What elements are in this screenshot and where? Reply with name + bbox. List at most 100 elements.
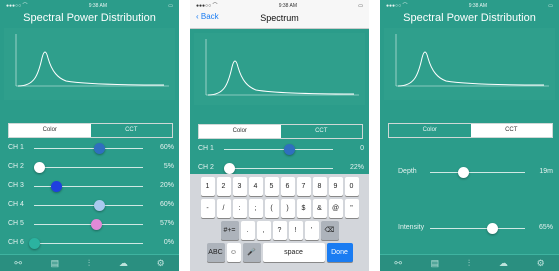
settings-icon[interactable]: ⚙: [537, 258, 545, 269]
channel-track[interactable]: [34, 224, 143, 225]
spectrum-icon[interactable]: ▤: [51, 258, 60, 269]
channel-label: CH 1: [8, 144, 24, 151]
mode-segmented-control[interactable]: Color CCT: [388, 123, 553, 138]
channel-slider-row[interactable]: CH 2 5%: [4, 159, 177, 175]
channel-value: 5%: [163, 163, 174, 170]
screen-spectrum-keyboard: ●●●○○ ⌒ 9:38 AM ▭ ‹ Back Spectrum Color CC…: [190, 0, 369, 271]
key-1[interactable]: 2: [216, 177, 231, 196]
channel-track[interactable]: [34, 148, 143, 149]
spectrum-icon[interactable]: ▤: [431, 258, 440, 269]
channel-slider-row[interactable]: CH 6 0%: [4, 235, 177, 251]
key-0[interactable]: #+=: [220, 221, 239, 240]
channel-track[interactable]: [224, 149, 333, 150]
channel-thumb[interactable]: [94, 200, 106, 211]
key-0[interactable]: ABC: [206, 243, 225, 262]
channel-slider-row[interactable]: CH 3 20%: [4, 178, 177, 194]
channel-slider-row[interactable]: CH 1 60%: [4, 140, 177, 156]
depth-thumb[interactable]: [458, 167, 470, 178]
key-6[interactable]: ⌫: [320, 221, 339, 240]
status-bar: ●●●○○ ⌒ 9:38 AM ▭: [196, 2, 363, 10]
channel-label: CH 2: [198, 164, 214, 171]
key-5[interactable]: ': [304, 221, 319, 240]
channel-thumb[interactable]: [34, 162, 46, 173]
tab-bar: ⚯ ▤ ⫶ ☁ ⚙: [0, 254, 179, 271]
channel-thumb[interactable]: [29, 238, 40, 249]
key-4[interactable]: Done: [326, 243, 353, 262]
tab-cct[interactable]: CCT: [281, 125, 363, 138]
channel-slider-row[interactable]: CH 1 0: [194, 141, 367, 157]
fixture-icon[interactable]: ⚯: [394, 258, 402, 269]
intensity-label: Intensity: [398, 224, 425, 231]
channel-track[interactable]: [34, 167, 143, 168]
page-title: Spectral Power Distribution: [23, 12, 156, 24]
sliders-icon[interactable]: ⫶: [468, 258, 470, 269]
key-7[interactable]: 8: [312, 177, 327, 196]
key-3[interactable]: 4: [248, 177, 263, 196]
key-6[interactable]: $: [296, 199, 311, 218]
key-2[interactable]: 🎤: [242, 243, 261, 262]
key-7[interactable]: &: [312, 199, 327, 218]
settings-icon[interactable]: ⚙: [157, 258, 165, 269]
depth-label: Depth: [398, 168, 417, 175]
channel-slider-row[interactable]: CH 4 60%: [4, 197, 177, 213]
channel-thumb[interactable]: [284, 144, 296, 155]
key-4[interactable]: (: [264, 199, 279, 218]
channel-thumb[interactable]: [94, 143, 106, 154]
depth-slider[interactable]: Depth 19m: [382, 162, 559, 182]
channel-track[interactable]: [224, 168, 333, 169]
key-5[interactable]: 6: [280, 177, 295, 196]
key-1[interactable]: ☺: [226, 243, 241, 262]
key-3[interactable]: ?: [272, 221, 287, 240]
tab-cct[interactable]: CCT: [91, 124, 173, 137]
key-4[interactable]: 5: [264, 177, 279, 196]
channel-thumb[interactable]: [50, 181, 62, 192]
back-label: Back: [200, 12, 219, 21]
key-1[interactable]: .: [240, 221, 255, 240]
key-2[interactable]: 3: [232, 177, 247, 196]
key-8[interactable]: @: [328, 199, 343, 218]
back-button[interactable]: ‹ Back: [196, 12, 219, 21]
key-3[interactable]: ;: [248, 199, 263, 218]
tab-cct[interactable]: CCT: [470, 124, 552, 137]
key-0[interactable]: -: [200, 199, 215, 218]
channel-thumb[interactable]: [91, 219, 103, 230]
key-0[interactable]: 1: [200, 177, 215, 196]
cloud-icon[interactable]: ☁: [499, 258, 508, 269]
tab-color[interactable]: Color: [199, 125, 281, 138]
key-3[interactable]: space: [262, 243, 325, 262]
status-bar: ●●●○○ ⌒ 9:38 AM ▭: [6, 2, 173, 10]
key-2[interactable]: ,: [256, 221, 271, 240]
channel-thumb[interactable]: [224, 163, 236, 174]
intensity-track[interactable]: [430, 228, 525, 229]
fixture-icon[interactable]: ⚯: [14, 258, 22, 269]
key-9[interactable]: 0: [344, 177, 359, 196]
key-6[interactable]: 7: [296, 177, 311, 196]
channel-track[interactable]: [34, 205, 143, 206]
tab-color[interactable]: Color: [389, 124, 471, 137]
channel-value: 20%: [159, 182, 174, 189]
status-bar: ●●●○○ ⌒ 9:38 AM ▭: [386, 2, 553, 10]
numeric-keyboard: 1234567890 - /:;() $ & @ " #+=.,?! ' ⌫ ABC ☺ 🎤 spa…: [190, 174, 369, 271]
intensity-thumb[interactable]: [486, 223, 498, 234]
channel-value: 0%: [163, 239, 174, 246]
mode-segmented-control[interactable]: Color CCT: [8, 123, 173, 138]
key-5[interactable]: ): [280, 199, 295, 218]
nav-bar: ●●●○○ ⌒ 9:38 AM ▭ ‹ Back Spectrum: [190, 0, 369, 29]
channel-slider-row[interactable]: CH 5 57%: [4, 216, 177, 232]
screen-depth-intensity: ●●●○○ ⌒ 9:38 AM ▭ Spectral Power Distribut…: [380, 0, 559, 271]
key-8[interactable]: 9: [328, 177, 343, 196]
sliders-icon[interactable]: ⫶: [88, 258, 90, 269]
key-4[interactable]: !: [288, 221, 303, 240]
channel-value: 57%: [159, 220, 174, 227]
depth-track[interactable]: [430, 172, 525, 173]
key-1[interactable]: /: [216, 199, 231, 218]
intensity-slider[interactable]: Intensity 65%: [382, 218, 559, 238]
tab-color[interactable]: Color: [9, 124, 91, 137]
cloud-icon[interactable]: ☁: [119, 258, 128, 269]
key-9[interactable]: ": [344, 199, 359, 218]
mode-segmented-control[interactable]: Color CCT: [198, 124, 363, 139]
channel-value: 60%: [159, 144, 174, 151]
key-2[interactable]: :: [232, 199, 247, 218]
channel-track[interactable]: [34, 243, 143, 244]
channel-label: CH 5: [8, 220, 24, 227]
